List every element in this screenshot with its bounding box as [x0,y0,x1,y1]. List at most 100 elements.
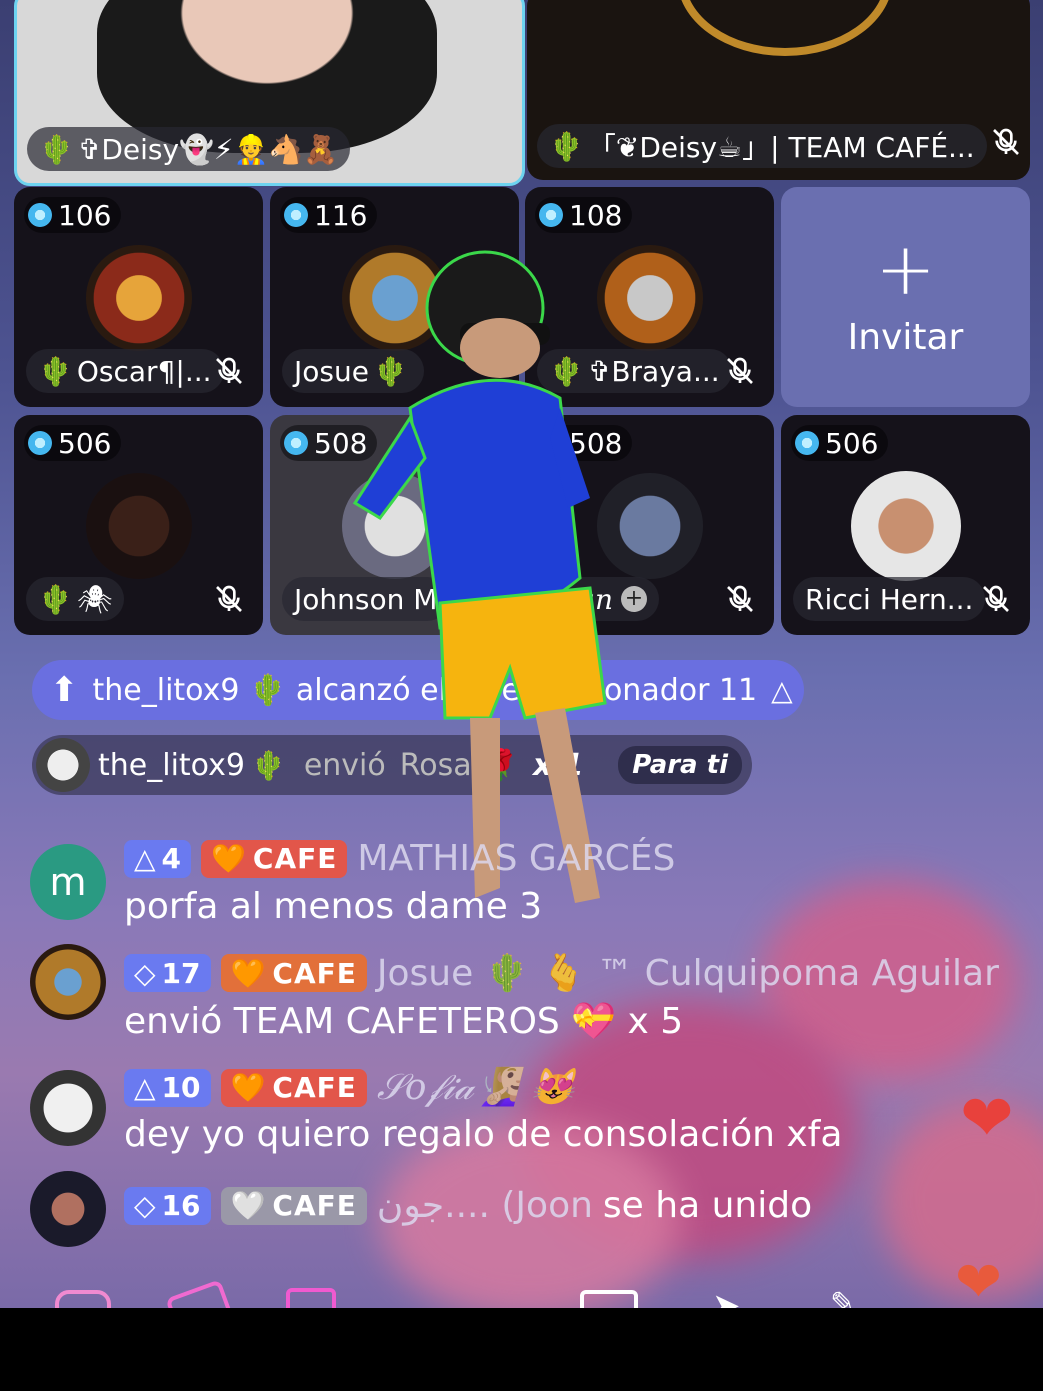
heart-icon: 🧡 [230,956,267,990]
join-text: se ha unido [602,1185,813,1226]
mic-muted-icon [983,585,1009,612]
avatar-letter: m [49,860,87,904]
live-room: 🌵 ✞Deisy👻⚡👷🐴🧸 🌵 「❦Deisy☕」| TEAM CAFÉ... … [0,0,1043,1308]
score-badge: 506 [791,425,889,461]
arrow-up-icon: ⬆ [50,670,79,710]
score-value: 116 [314,198,368,232]
score-badge: 108 [535,197,633,233]
chat-message: ◇ 16 🤍 CAFE جون.... (Joon se ha unido [30,1171,1030,1265]
mic-muted-icon [993,128,1019,155]
chat-username[interactable]: Josue 🌵 🫰 ™ Culquipoma Aguilar [377,952,999,994]
people-icon[interactable] [55,1290,111,1308]
gem-icon [28,431,52,455]
host-name: ✞Deisy👻⚡👷🐴🧸 [77,132,339,166]
gem-icon [795,431,819,455]
plus-icon: + [875,226,936,311]
level-badge: △ 10 [124,1068,211,1107]
mic-muted-icon [727,585,753,612]
seat-name: Ricci Hern... [805,582,974,616]
chat-header: ◇ 16 🤍 CAFE جون.... (Joon se ha unido [124,1185,812,1226]
heart-icon: 🧡 [211,842,247,875]
gem-icon [284,203,308,227]
seat-name-tag: 🌵 Oscar¶|... [26,349,224,393]
gem-icon [284,431,308,455]
club-badge: 🧡 CAFE [220,1068,367,1107]
heart-icon: 🧡 [230,1071,267,1104]
avatar [86,245,192,351]
bottom-toolbar: ➤ ✎ [0,1279,1043,1308]
avatar [30,1070,106,1146]
box-icon[interactable] [165,1279,233,1308]
heart-icon: 🤍 [230,1189,267,1222]
cactus-icon: 🌵 [250,748,286,782]
club-label: CAFE [252,842,338,875]
seat-tile-7[interactable]: 506 Ricci Hern... [781,415,1030,635]
guest-name: 「❦Deisy☕」| TEAM CAFÉ... [587,131,975,164]
cactus-icon: 🌵 [39,132,74,166]
score-badge: 106 [24,197,122,233]
level-value: 10 [161,1071,201,1104]
score-value: 108 [569,198,623,232]
chat-header: △ 10 🧡 CAFE 𝒮𝑜𝒻𝒾𝒶🧏🏼‍♀️ 😻 [124,1066,575,1109]
level-badge: ◇ 16 [124,1186,211,1225]
guest-avatar-ring [677,0,893,56]
seat-tile-4[interactable]: 506 🌵 🕷 [14,415,263,635]
level-badge: ◇ 17 [124,954,211,992]
chat-text: porfa al menos dame 3 [124,886,543,927]
chat-message: m △ 4 🧡 CAFE MATHIAS GARCÉS porfa al menos… [30,838,1030,928]
edit-icon[interactable]: ✎ [830,1286,855,1308]
level-value: 16 [161,1189,201,1222]
chat-username[interactable]: 𝒮𝑜𝒻𝒾𝒶🧏🏼‍♀️ 😻 [377,1066,575,1109]
gift-user: the_litox9 [98,747,245,783]
heart-icon: ❤ [960,1082,1014,1156]
club-label: CAFE [272,1071,357,1104]
avatar [851,471,961,581]
dancing-child-overlay [352,250,607,903]
guest-name-tag[interactable]: 🌵 「❦Deisy☕」| TEAM CAFÉ... [537,124,987,168]
avatar: m [30,844,106,920]
level-badge: △ 4 [124,839,192,878]
level-value: 4 [161,842,182,875]
level-triangle-icon: △ [771,673,793,707]
score-badge: 116 [280,197,378,233]
guest-video-tile[interactable]: 🌵 「❦Deisy☕」| TEAM CAFÉ... [527,0,1030,180]
gem-icon [539,203,563,227]
mic-muted-icon [216,585,242,612]
chat-username[interactable]: جون.... (Joon [377,1185,593,1226]
diamond-icon: ◇ [134,956,156,990]
avatar [30,1171,106,1247]
avatar [36,738,90,792]
seat-name: 🕷 [76,582,113,616]
club-badge: 🧡 CAFE [201,839,348,878]
seat-tile-1[interactable]: 106 🌵 Oscar¶|... [14,187,263,407]
invite-button[interactable]: + Invitar [781,187,1030,407]
cactus-icon: 🌵 [38,354,73,388]
cactus-icon: 🌵 [549,129,584,163]
score-value: 506 [825,426,879,460]
share-icon[interactable]: ➤ [712,1286,741,1308]
sparkle-icon[interactable] [286,1288,336,1308]
screen-icon[interactable] [580,1290,638,1308]
chat-text: envió TEAM CAFETEROS 💝 x 5 [124,1001,684,1042]
level-triangle-icon: △ [134,1071,156,1104]
seat-name-tag: Ricci Hern... [793,577,986,621]
host-name-tag[interactable]: 🌵 ✞Deisy👻⚡👷🐴🧸 [27,127,351,171]
level-triangle-icon: △ [134,842,156,875]
chat-header: △ 4 🧡 CAFE MATHIAS GARCÉS [124,838,675,879]
avatar [30,944,106,1020]
mic-muted-icon [216,357,242,384]
chat-message: ◇ 17 🧡 CAFE Josue 🌵 🫰 ™ Culquipoma Aguilar… [30,944,1030,1042]
chat-message: △ 10 🧡 CAFE 𝒮𝑜𝒻𝒾𝒶🧏🏼‍♀️ 😻 dey yo quiero reg… [30,1066,1030,1156]
club-label: CAFE [272,1189,357,1222]
chat-header: ◇ 17 🧡 CAFE Josue 🌵 🫰 ™ Culquipoma Aguilar [124,952,999,994]
invite-label: Invitar [847,316,964,358]
host-video-tile[interactable]: 🌵 ✞Deisy👻⚡👷🐴🧸 [14,0,525,186]
club-badge: 🤍 CAFE [220,1186,367,1225]
cactus-icon: 🌵 [38,582,73,616]
seat-name-tag: 🌵 🕷 [26,577,125,621]
chat-username[interactable]: MATHIAS GARCÉS [357,838,675,879]
score-value: 506 [58,426,112,460]
gem-icon [28,203,52,227]
diamond-icon: ◇ [134,1189,156,1222]
club-label: CAFE [272,956,357,990]
